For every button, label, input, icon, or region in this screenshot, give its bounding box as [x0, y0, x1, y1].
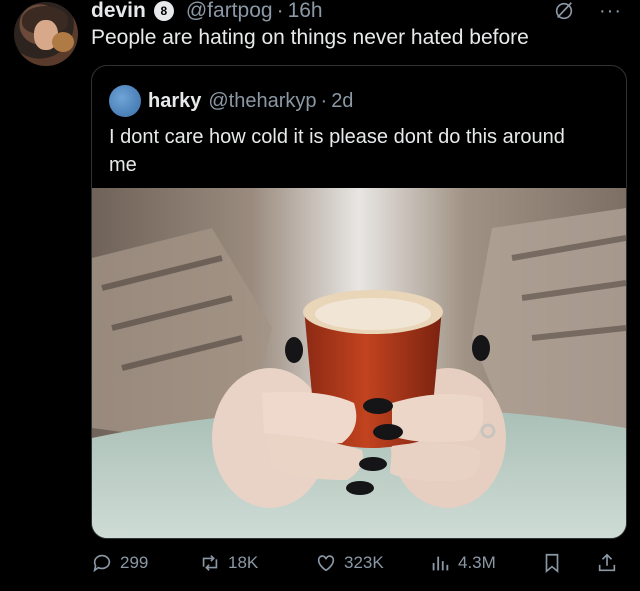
bookmark-icon[interactable] [541, 552, 563, 574]
author-handle[interactable]: @fartpog [186, 0, 273, 23]
tweet-top-icons: ··· [553, 0, 622, 22]
tweet-time[interactable]: 16h [288, 0, 323, 23]
repost-button[interactable]: 18K [199, 552, 258, 574]
reply-icon [93, 554, 111, 573]
author-name[interactable]: devin [91, 0, 146, 23]
quoted-avatar[interactable] [109, 85, 141, 117]
quoted-author-name[interactable]: harky [148, 90, 201, 113]
tweet-actions: 299 18K 323K 4.3M [91, 548, 625, 578]
eight-ball-badge-icon: 8 [153, 1, 174, 21]
quoted-handle[interactable]: @theharkyp [208, 90, 316, 113]
grok-icon[interactable] [553, 0, 575, 22]
avatar-dog [52, 32, 74, 52]
heart-icon [317, 555, 335, 572]
reply-button[interactable]: 299 [91, 552, 148, 574]
quoted-tweet[interactable]: harky @theharkyp · 2d I dont care how co… [91, 65, 627, 539]
views-button[interactable]: 4.3M [429, 552, 496, 574]
quoted-separator-dot: · [320, 89, 328, 112]
share-icon[interactable] [596, 552, 618, 574]
quoted-text: I dont care how cold it is please dont d… [109, 126, 565, 176]
views-icon [432, 556, 449, 571]
tweet-header: devin 8 @fartpog · 16h [91, 0, 323, 22]
coffee-cup-photo [92, 188, 626, 538]
like-button[interactable]: 323K [315, 552, 384, 574]
repost-count: 18K [228, 553, 259, 572]
more-icon[interactable]: ··· [599, 1, 622, 21]
like-count: 323K [344, 553, 384, 572]
tweet-text: People are hating on things never hated … [91, 26, 529, 49]
repost-icon [202, 555, 218, 571]
quoted-photo[interactable] [92, 188, 626, 538]
quoted-time[interactable]: 2d [331, 90, 353, 113]
views-count: 4.3M [458, 553, 496, 572]
author-avatar[interactable] [14, 2, 78, 66]
quoted-header: harky @theharkyp · 2d [109, 85, 353, 117]
separator-dot: · [276, 0, 284, 22]
reply-count: 299 [120, 553, 149, 572]
